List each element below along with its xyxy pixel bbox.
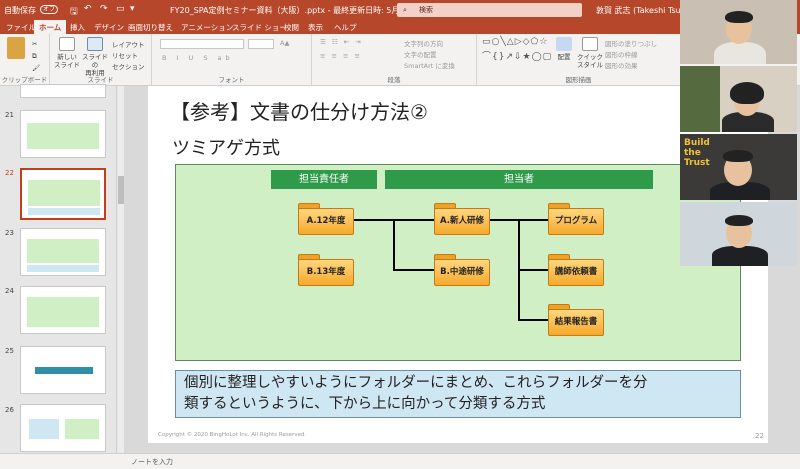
document-title: FY20_SPA定例セミナー資料（大阪）.pptx - 最終更新日時: 5月3日 (170, 6, 413, 15)
shape-fill-button[interactable]: 図形の塗りつぶし (605, 38, 657, 48)
slide-thumbnail-26[interactable] (20, 404, 106, 452)
thumbnail-number: 25 (5, 347, 14, 355)
slides-group: 新しい スライド スライドの 再利用 レイアウト リセット セクション スライド (50, 34, 152, 86)
connector-line (518, 269, 548, 271)
connector-line (393, 219, 395, 269)
new-slide-icon (59, 37, 75, 51)
autosave-label: 自動保存 (4, 6, 36, 15)
slide-thumbnail-20[interactable] (20, 84, 106, 98)
slide-title[interactable]: 【参考】文書の仕分け方法② (170, 96, 428, 125)
quick-styles-button[interactable]: クイック スタイル (577, 37, 603, 69)
reset-button[interactable]: リセット (112, 50, 138, 60)
paragraph-group-label: 段落 (387, 76, 401, 84)
notes-placeholder: ノートを入力 (131, 458, 173, 466)
folder-b-mid-career[interactable]: B.中途研修 (434, 254, 490, 286)
smartart-button[interactable]: SmartArt に変換 (404, 60, 455, 70)
clipboard-group: ✂ ⧉ 🖌 クリップボード (0, 34, 50, 86)
connector-line (393, 269, 434, 271)
slide-thumbnail-24[interactable] (20, 286, 106, 334)
font-grow-icon[interactable]: A▲ (280, 39, 289, 47)
arrange-button[interactable]: 配置 (553, 37, 575, 61)
drawing-group-label: 図形描画 (565, 76, 592, 84)
header-manager: 担当責任者 (271, 170, 377, 189)
reuse-slides-icon (87, 37, 103, 51)
align-icons[interactable]: ≡ ≡ ≡ ≡ (320, 52, 362, 60)
format-painter-icon[interactable]: 🖌 (32, 64, 40, 72)
tab-help[interactable]: ヘルプ (334, 22, 357, 33)
paragraph-group: ☰ ☷ ⇤ ⇥ ≡ ≡ ≡ ≡ 文字列の方向 文字の配置 SmartArt に変… (312, 34, 477, 86)
undo-icon[interactable]: ↶ (84, 4, 92, 14)
customize-icon[interactable]: ▾ (130, 4, 135, 14)
tab-design[interactable]: デザイン (94, 22, 124, 33)
tab-view[interactable]: 表示 (308, 22, 323, 33)
video-tile-3[interactable]: Build the Trust (680, 134, 797, 200)
paste-button[interactable] (4, 37, 28, 61)
section-button[interactable]: セクション (112, 61, 145, 71)
quick-styles-icon (582, 37, 598, 51)
shape-outline-button[interactable]: 図形の枠線 (605, 49, 638, 59)
slide-thumbnail-21[interactable] (20, 110, 106, 158)
shapes-gallery[interactable]: ▭○╲△▷◇⬠☆ (482, 37, 548, 47)
slide-thumbnail-23[interactable] (20, 228, 106, 276)
shapes-gallery-row2[interactable]: ⌒{}↗⇩★◯▢ (482, 49, 552, 62)
shape-effects-button[interactable]: 図形の効果 (605, 60, 638, 70)
search-input[interactable]: ⌕ 検索 (397, 3, 582, 17)
video-tile-1[interactable] (680, 0, 797, 64)
slide-thumbnail-25[interactable] (20, 346, 106, 394)
slides-group-label: スライド (87, 76, 114, 84)
thumbnail-number: 24 (5, 287, 14, 295)
tab-slideshow[interactable]: スライド ショー (232, 22, 287, 33)
folder-a12[interactable]: A.12年度 (298, 203, 354, 235)
tab-home[interactable]: ホーム (34, 20, 67, 34)
drawing-group: ▭○╲△▷◇⬠☆ ⌒{}↗⇩★◯▢ 配置 クイック スタイル 図形の塗りつぶし … (477, 34, 680, 86)
connector-line (518, 319, 548, 321)
list-icons[interactable]: ☰ ☷ ⇤ ⇥ (320, 38, 363, 46)
arrange-icon (556, 37, 572, 51)
reuse-slides-button[interactable]: スライドの 再利用 (82, 37, 108, 77)
slide-thumbnail-pane[interactable]: 21 22 23 24 25 26 (0, 84, 117, 453)
tab-file[interactable]: ファイル (6, 22, 36, 33)
save-icon[interactable]: 🖫 (70, 4, 78, 20)
align-text-button[interactable]: 文字の配置 (404, 49, 437, 59)
video-tile-4[interactable] (680, 202, 797, 266)
folder-result-report[interactable]: 結果報告書 (548, 304, 604, 336)
poster-text: Build the Trust (684, 138, 710, 168)
clipboard-icon (7, 37, 25, 59)
font-group: A▲ B I U S ab フォント (152, 34, 312, 86)
present-icon[interactable]: ▭ (116, 4, 125, 14)
slide-copyright: Copyright © 2020 BingHoLot Inc. All Righ… (158, 432, 307, 438)
layout-button[interactable]: レイアウト (112, 39, 145, 49)
tab-insert[interactable]: 挿入 (70, 22, 85, 33)
header-staff: 担当者 (385, 170, 653, 189)
search-icon: ⌕ (403, 6, 407, 14)
autosave-toggle[interactable]: オフ (40, 5, 58, 14)
folder-program[interactable]: プログラム (548, 203, 604, 235)
thumbnail-number: 21 (5, 111, 14, 119)
thumbnail-number: 22 (5, 169, 14, 177)
folder-lecturer-request[interactable]: 講師依頼書 (548, 254, 604, 286)
thumbnail-number: 26 (5, 406, 14, 414)
notes-pane[interactable]: ノートを入力 (0, 453, 800, 469)
folder-b13[interactable]: B.13年度 (298, 254, 354, 286)
new-slide-button[interactable]: 新しい スライド (54, 37, 80, 69)
folder-a-new-hire[interactable]: A.新人研修 (434, 203, 490, 235)
copy-icon[interactable]: ⧉ (32, 52, 37, 61)
redo-icon[interactable]: ↷ (100, 4, 108, 14)
slide-caption[interactable]: 個別に整理しやすいようにフォルダーにまとめ、これらフォルダーを分 類するというよ… (175, 370, 741, 418)
thumbnail-number: 23 (5, 229, 14, 237)
tab-transitions[interactable]: 画面切り替え (128, 22, 173, 33)
font-style-icons[interactable]: B I U S ab (162, 54, 234, 62)
clipboard-group-label: クリップボード (1, 76, 48, 84)
text-direction-button[interactable]: 文字列の方向 (404, 38, 443, 48)
video-tile-2[interactable] (680, 66, 797, 132)
slide-page-number: 22 (755, 432, 764, 440)
slide-subtitle[interactable]: ツミアゲ方式 (172, 134, 280, 160)
tab-review[interactable]: 校閲 (284, 22, 299, 33)
cut-icon[interactable]: ✂ (32, 40, 37, 48)
slide-thumbnail-22[interactable] (20, 168, 106, 220)
font-size-select[interactable] (248, 39, 274, 49)
font-group-label: フォント (218, 76, 245, 84)
font-family-select[interactable] (160, 39, 244, 49)
tab-animations[interactable]: アニメーション (181, 22, 233, 33)
